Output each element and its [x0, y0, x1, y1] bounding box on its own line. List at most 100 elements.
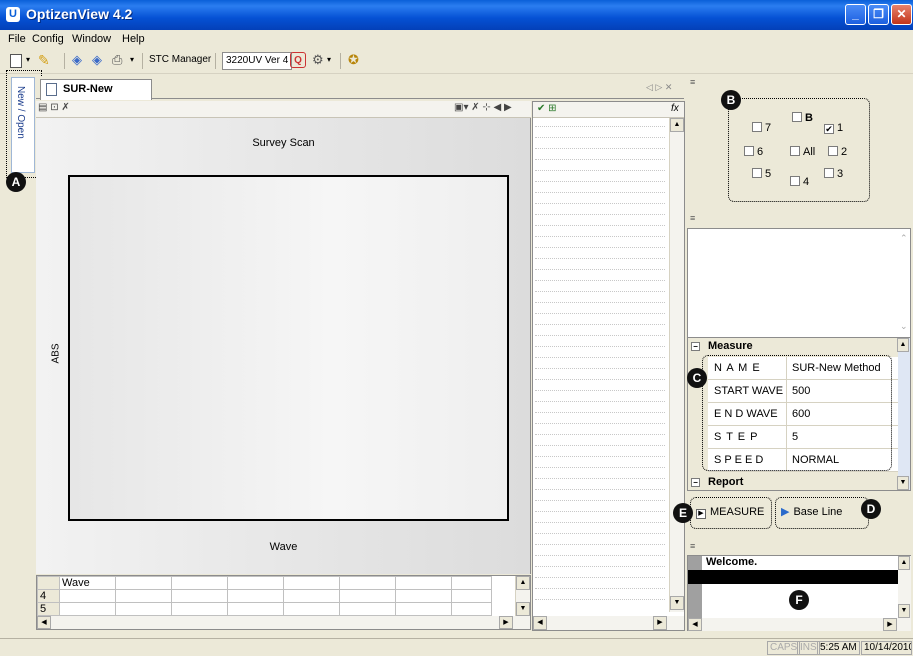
scroll-down-icon[interactable]: ▼: [516, 602, 530, 616]
scroll-up-icon[interactable]: ▲: [670, 118, 684, 132]
gear-dropdown-icon[interactable]: ▾: [327, 52, 331, 70]
chart-nav-icons[interactable]: ▣▾ ✗ ⊹ ◀ ▶: [454, 102, 512, 113]
list-rule-line: [535, 170, 665, 171]
grid-vscroll[interactable]: ▲ ▼: [515, 576, 530, 616]
output-selected-row[interactable]: [688, 570, 898, 584]
list-rule-line: [535, 203, 665, 204]
list-rule-line: [535, 357, 665, 358]
list-rule-line: [535, 588, 665, 589]
list-rule-line: [535, 390, 665, 391]
scan-icon[interactable]: ◈: [72, 52, 82, 70]
menu-config[interactable]: Config: [32, 33, 64, 45]
grid-hscroll[interactable]: ◀ ▶: [37, 616, 530, 629]
list-rule-line: [535, 599, 665, 600]
measure-section-header[interactable]: − Measure: [691, 340, 753, 352]
scroll-right-icon[interactable]: ▶: [653, 616, 667, 630]
grid-row-header: 4: [37, 589, 60, 603]
callout-d-badge: D: [861, 499, 881, 519]
list-rule-line: [535, 412, 665, 413]
window-title: OptizenView 4.2: [26, 6, 133, 22]
open-folder-icon[interactable]: ✎: [38, 52, 50, 70]
scroll-down-icon[interactable]: ▼: [898, 604, 910, 618]
menu-window[interactable]: Window: [72, 33, 111, 45]
gear-icon[interactable]: ⚙: [312, 52, 324, 70]
scan2-icon[interactable]: ◈: [92, 52, 102, 70]
stc-manager-button[interactable]: STC Manager: [149, 52, 211, 70]
print-icon[interactable]: ⎙: [112, 52, 122, 70]
function-icon[interactable]: fx: [671, 103, 679, 114]
channel-5-checkbox[interactable]: 5: [752, 168, 771, 180]
chart-tools-icons[interactable]: ▤ ⊡ ✗: [38, 102, 70, 113]
plot-area[interactable]: [68, 175, 509, 521]
result-list-toolbar: ✔ ⊞ fx: [533, 102, 684, 118]
channel-4-checkbox[interactable]: 4: [790, 176, 809, 188]
list-rule-line: [535, 434, 665, 435]
list-rule-line: [535, 577, 665, 578]
new-document-icon[interactable]: [10, 54, 22, 68]
scroll-up-icon[interactable]: ▲: [898, 556, 910, 570]
stop-icon[interactable]: Q: [290, 52, 306, 68]
list-rule-line: [535, 489, 665, 490]
panel-header-icon: ≡: [686, 541, 913, 553]
close-button[interactable]: ✕: [891, 4, 912, 25]
list-rule-line: [535, 478, 665, 479]
channel-6-checkbox[interactable]: 6: [744, 146, 763, 158]
check-icon[interactable]: ✔ ⊞: [537, 103, 557, 114]
maximize-button[interactable]: ❐: [868, 4, 889, 25]
menu-help[interactable]: Help: [122, 33, 145, 45]
scroll-left-icon[interactable]: ◀: [688, 618, 702, 631]
list-rule-line: [535, 159, 665, 160]
scroll-right-icon[interactable]: ▶: [499, 616, 513, 629]
print-dropdown-icon[interactable]: ▾: [130, 52, 134, 70]
list-rule-line: [535, 280, 665, 281]
minimize-button[interactable]: _: [845, 4, 866, 25]
channel-3-checkbox[interactable]: 3: [824, 168, 843, 180]
output-hscroll[interactable]: ◀ ▶: [688, 618, 911, 631]
method-list-box[interactable]: ⌃ ⌄: [687, 228, 911, 339]
scroll-left-icon[interactable]: ◀: [533, 616, 547, 630]
channel-2-checkbox[interactable]: 2: [828, 146, 847, 158]
channel-1-checkbox[interactable]: ✔ 1: [824, 122, 843, 134]
scroll-up-icon[interactable]: ▲: [897, 338, 909, 352]
tab-nav-icons[interactable]: ◁ ▷ ✕: [646, 82, 672, 93]
panel-header-icon: ≡: [686, 213, 913, 225]
list-rule-line: [535, 467, 665, 468]
scroll-down-icon[interactable]: ▼: [897, 476, 909, 490]
list-rule-line: [535, 181, 665, 182]
help-icon[interactable]: ✪: [348, 52, 359, 70]
scroll-right-icon[interactable]: ▶: [883, 618, 897, 631]
baseline-button[interactable]: ▶ Base Line: [781, 502, 861, 524]
device-selector[interactable]: 3220UV Ver 4: [222, 52, 293, 70]
output-vscroll[interactable]: ▲ ▼: [898, 556, 911, 618]
scroll-up-icon[interactable]: ▲: [516, 576, 530, 590]
channel-b-checkbox[interactable]: B: [792, 112, 813, 124]
list-rule-line: [535, 401, 665, 402]
status-bar: CAPS INS 5:25 AM 10/14/2010: [0, 638, 913, 656]
y-axis-label: ABS: [50, 343, 62, 364]
scroll-down-icon[interactable]: ⌄: [900, 321, 908, 332]
list-rule-line: [535, 302, 665, 303]
scroll-up-icon[interactable]: ⌃: [900, 233, 908, 244]
list-rule-line: [535, 500, 665, 501]
menu-file[interactable]: File: [8, 33, 26, 45]
report-section-header[interactable]: − Report: [691, 476, 743, 488]
result-hscroll[interactable]: ◀ ▶: [533, 616, 684, 630]
list-rule-line: [535, 522, 665, 523]
measure-button[interactable]: ▶ MEASURE: [696, 502, 768, 524]
output-row-headers: [688, 556, 702, 618]
list-rule-line: [535, 368, 665, 369]
channel-all-checkbox[interactable]: All: [790, 146, 815, 158]
menu-bar: File Config Window Help: [0, 30, 913, 48]
list-rule-line: [535, 258, 665, 259]
list-rule-line: [535, 247, 665, 248]
result-list-pane[interactable]: ✔ ⊞ fx ▲ ▼ ◀ ▶: [532, 101, 685, 631]
channel-7-checkbox[interactable]: 7: [752, 122, 771, 134]
callout-c-box: [702, 355, 892, 471]
properties-vscroll[interactable]: ▲ ▼: [897, 338, 910, 490]
scroll-down-icon[interactable]: ▼: [670, 596, 684, 610]
dropdown-arrow-icon[interactable]: ▾: [26, 52, 30, 70]
scroll-left-icon[interactable]: ◀: [37, 616, 51, 629]
result-vscroll[interactable]: ▲ ▼: [669, 118, 684, 612]
data-grid[interactable]: Wave 4 5 ▲ ▼ ◀ ▶: [36, 575, 531, 630]
tab-sur-new-method[interactable]: SUR-New Method: [40, 79, 152, 114]
